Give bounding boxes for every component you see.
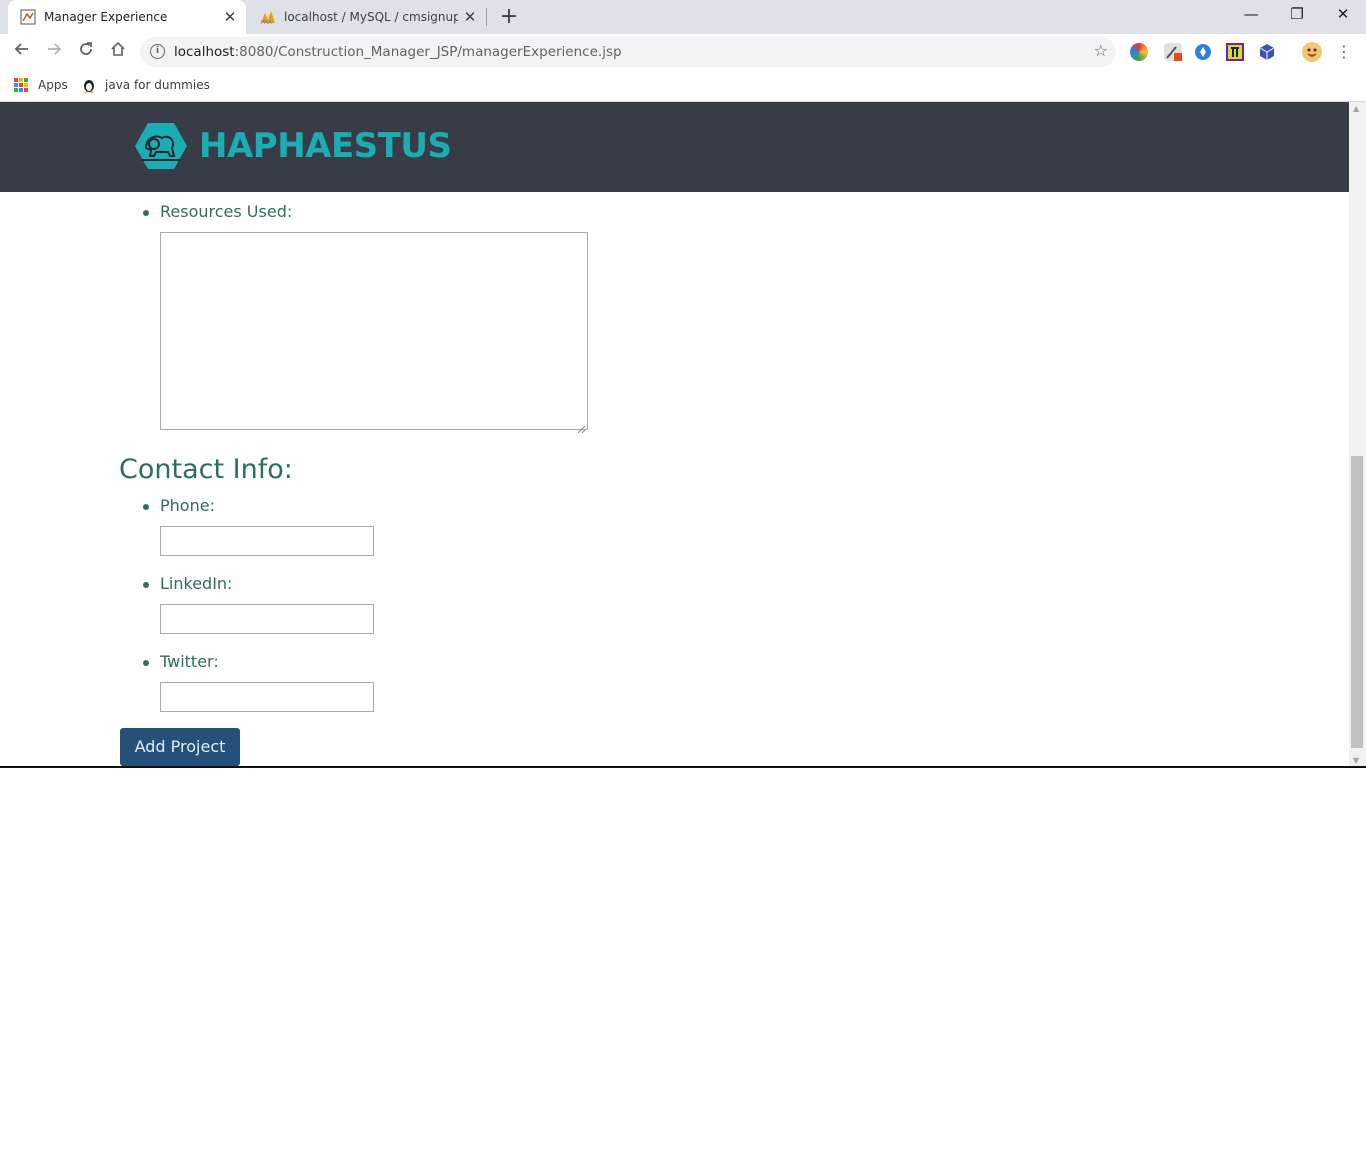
list-bullet [143, 582, 149, 588]
forward-arrow-icon[interactable] [40, 38, 68, 66]
scrollbar-thumb[interactable] [1351, 456, 1363, 748]
extension-color-icon[interactable] [1130, 43, 1148, 61]
apps-grid-icon [14, 78, 28, 92]
resources-used-textarea[interactable] [160, 232, 588, 434]
resources-used-label: Resources Used: [160, 202, 293, 221]
bookmark-star-icon[interactable]: ☆ [1094, 41, 1108, 60]
tab-phpmyadmin[interactable]: PMA localhost / MySQL / cmsignup | p ✕ [248, 0, 486, 34]
lion-logo-icon[interactable] [134, 122, 188, 170]
list-bullet [143, 660, 149, 666]
bookmark-java-for-dummies[interactable]: java for dummies [82, 76, 210, 94]
site-header: HAPHAESTUS [0, 102, 1349, 192]
svg-text:PMA: PMA [261, 20, 272, 25]
extension-cube-icon[interactable] [1258, 43, 1276, 61]
twitter-label: Twitter: [160, 652, 219, 671]
linkedin-label: LinkedIn: [160, 574, 233, 593]
bookmark-label: Apps [38, 78, 68, 92]
page-scrollbar[interactable]: ▲ ▼ [1349, 102, 1366, 767]
scroll-down-arrow-icon[interactable]: ▼ [1353, 756, 1359, 765]
phone-input[interactable] [160, 526, 374, 556]
phpmyadmin-favicon-icon: PMA [260, 9, 276, 26]
twitter-input[interactable] [160, 682, 374, 712]
site-info-icon[interactable]: i [150, 44, 165, 59]
tab-separator [486, 8, 487, 26]
tab-close-icon[interactable]: ✕ [458, 8, 482, 26]
minimize-button[interactable]: — [1228, 0, 1274, 30]
browser-toolbar: i localhost:8080/Construction_Manager_JS… [0, 34, 1366, 70]
page-viewport: HAPHAESTUS Resources Used: Contact Info:… [0, 102, 1366, 767]
reload-icon[interactable] [72, 38, 100, 66]
linkedin-input[interactable] [160, 604, 374, 634]
browser-menu-icon[interactable]: ⋮ [1336, 38, 1352, 66]
scroll-up-arrow-icon[interactable]: ▲ [1353, 104, 1359, 113]
window-close-button[interactable]: ✕ [1320, 0, 1366, 30]
profile-avatar-icon[interactable] [1302, 42, 1322, 62]
url-path: :8080/Construction_Manager_JSP/managerEx… [234, 44, 622, 60]
window-bottom-border [0, 766, 1366, 768]
home-icon[interactable] [104, 38, 132, 66]
phone-label: Phone: [160, 496, 215, 515]
list-bullet [143, 504, 149, 510]
url-text: localhost:8080/Construction_Manager_JSP/… [174, 44, 622, 60]
address-bar[interactable]: i localhost:8080/Construction_Manager_JS… [140, 37, 1116, 67]
list-bullet [143, 210, 149, 216]
extension-tools-icon[interactable] [1164, 43, 1182, 61]
bookmark-apps[interactable]: Apps [14, 76, 68, 94]
browser-tab-bar: Manager Experience ✕ PMA localhost / MyS… [0, 0, 1366, 34]
resize-grip-icon[interactable] [577, 419, 586, 434]
contact-info-heading: Contact Info: [119, 454, 293, 485]
extension-blue-drop-icon[interactable] [1194, 43, 1212, 61]
bookmark-label: java for dummies [105, 78, 210, 92]
tab-close-icon[interactable]: ✕ [218, 8, 242, 26]
page-favicon-icon [20, 9, 36, 25]
maximize-button[interactable]: ❐ [1274, 0, 1320, 30]
tab-title: Manager Experience [44, 10, 168, 24]
tab-manager-experience[interactable]: Manager Experience ✕ [8, 0, 246, 34]
url-host: localhost [174, 44, 235, 60]
bookmarks-bar: Apps java for dummies [0, 70, 1366, 100]
site-logo-text[interactable]: HAPHAESTUS [199, 126, 452, 166]
java-bookmark-icon [82, 77, 96, 94]
add-project-button[interactable]: Add Project [120, 728, 240, 766]
new-tab-button[interactable]: + [496, 4, 522, 30]
tab-title: localhost / MySQL / cmsignup | p [284, 10, 458, 24]
back-arrow-icon[interactable] [8, 38, 36, 66]
extension-pi-icon[interactable] [1226, 43, 1244, 61]
